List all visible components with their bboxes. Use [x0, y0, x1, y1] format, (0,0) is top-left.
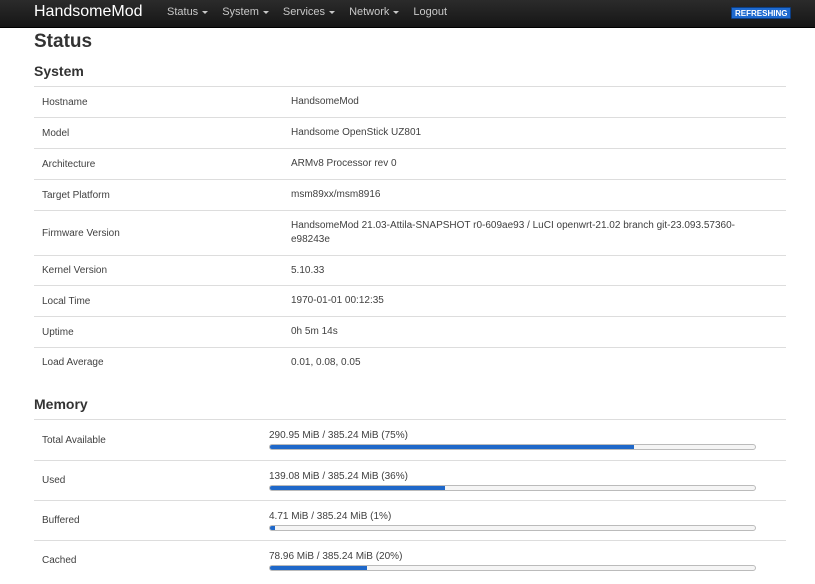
memory-row-total-available: Total Available 290.95 MiB / 385.24 MiB … [34, 419, 786, 461]
progress-bar [269, 524, 756, 531]
system-info-table: Hostname HandsomeMod Model Handsome Open… [34, 86, 786, 378]
row-label: Buffered [34, 500, 261, 541]
page-title: Status [34, 31, 93, 52]
row-label: Model [34, 117, 283, 149]
row-label: Local Time [34, 285, 283, 317]
system-row-architecture: Architecture ARMv8 Processor rev 0 [34, 148, 786, 180]
progress-fill [270, 485, 445, 490]
row-label: Uptime [34, 316, 283, 348]
row-label: Firmware Version [34, 210, 283, 256]
row-label: Total Available [34, 419, 261, 461]
menu-network[interactable]: Network [349, 0, 400, 24]
caret-down-icon [329, 11, 336, 14]
row-label: Target Platform [34, 179, 283, 211]
system-row-kernel-version: Kernel Version 5.10.33 [34, 255, 786, 286]
caret-down-icon [202, 11, 209, 14]
row-value: HandsomeMod [283, 86, 786, 118]
row-label: Architecture [34, 148, 283, 180]
system-row-uptime: Uptime 0h 5m 14s [34, 316, 786, 348]
row-value: 0.01, 0.08, 0.05 [283, 347, 786, 378]
main-menu: Status System Services Network Logout [167, 0, 461, 28]
memory-section-title: Memory [34, 396, 88, 412]
system-row-hostname: Hostname HandsomeMod [34, 86, 786, 118]
memory-value-text: 290.95 MiB / 385.24 MiB (75%) [269, 430, 408, 441]
memory-value-text: 139.08 MiB / 385.24 MiB (36%) [269, 470, 408, 482]
progress-bar [269, 564, 756, 571]
memory-row-cached: Cached 78.96 MiB / 385.24 MiB (20%) [34, 540, 786, 581]
menu-logout-label: Logout [413, 6, 448, 18]
menu-services[interactable]: Services [282, 0, 336, 24]
system-row-target-platform: Target Platform msm89xx/msm8916 [34, 179, 786, 211]
system-row-model: Model Handsome OpenStick UZ801 [34, 117, 786, 149]
caret-down-icon [393, 11, 400, 14]
row-value: HandsomeMod 21.03-Attila-SNAPSHOT r0-609… [283, 210, 786, 256]
menu-status-label: Status [167, 6, 199, 18]
row-value: Handsome OpenStick UZ801 [283, 117, 786, 149]
row-value: 0h 5m 14s [283, 316, 786, 348]
row-value: 1970-01-01 00:12:35 [283, 285, 786, 317]
memory-table: Total Available 290.95 MiB / 385.24 MiB … [34, 419, 786, 581]
system-section-title: System [34, 63, 84, 79]
progress-bar [269, 444, 756, 450]
system-row-local-time: Local Time 1970-01-01 00:12:35 [34, 285, 786, 317]
refreshing-badge[interactable]: REFRESHING [731, 7, 792, 19]
system-row-firmware-version: Firmware Version HandsomeMod 21.03-Attil… [34, 210, 786, 256]
memory-row-buffered: Buffered 4.71 MiB / 385.24 MiB (1%) [34, 500, 786, 541]
row-value: msm89xx/msm8916 [283, 179, 786, 211]
progress-bar [269, 484, 756, 491]
row-value: ARMv8 Processor rev 0 [283, 148, 786, 180]
menu-system-label: System [222, 6, 259, 18]
menu-network-label: Network [349, 6, 390, 18]
row-label: Load Average [34, 347, 283, 378]
row-label: Cached [34, 540, 261, 581]
brand-logo[interactable]: HandsomeMod [34, 2, 143, 22]
row-value: 5.10.33 [283, 255, 786, 286]
progress-fill [270, 565, 367, 570]
caret-down-icon [262, 11, 269, 14]
progress-fill [270, 525, 275, 530]
memory-row-used: Used 139.08 MiB / 385.24 MiB (36%) [34, 460, 786, 501]
row-label: Used [34, 460, 261, 501]
menu-logout[interactable]: Logout [413, 0, 447, 24]
memory-value-text: 78.96 MiB / 385.24 MiB (20%) [269, 550, 403, 562]
memory-value-text: 4.71 MiB / 385.24 MiB (1%) [269, 510, 392, 522]
system-row-load-average: Load Average 0.01, 0.08, 0.05 [34, 347, 786, 378]
top-navbar: HandsomeMod Status System Services Netwo… [0, 0, 815, 28]
row-label: Hostname [34, 86, 283, 118]
menu-services-label: Services [282, 6, 326, 18]
menu-status[interactable]: Status [167, 0, 209, 24]
progress-fill [270, 445, 634, 449]
row-label: Kernel Version [34, 255, 283, 286]
menu-system[interactable]: System [222, 0, 269, 24]
